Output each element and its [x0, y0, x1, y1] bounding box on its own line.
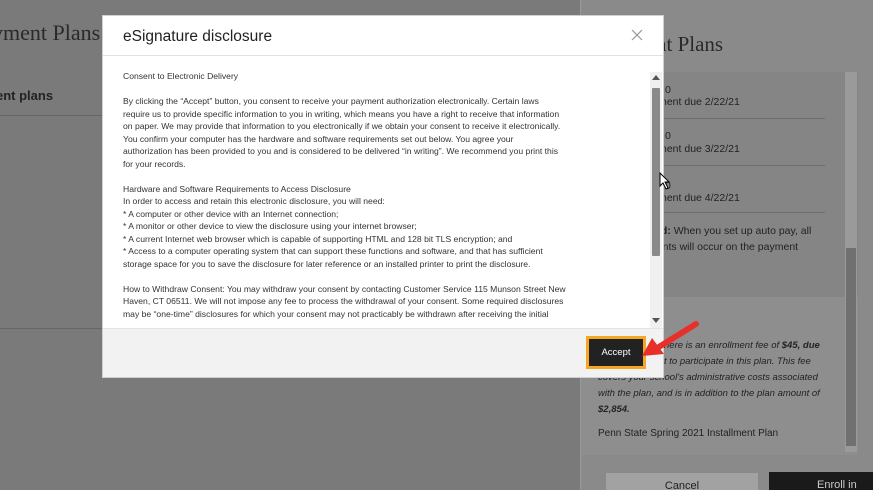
- autopay-note: red: When you set up auto pay, all nents…: [651, 223, 821, 255]
- text-line: storage space for you to save the disclo…: [123, 258, 531, 269]
- disclosure-paragraph: Hardware and Software Requirements to Ac…: [123, 183, 643, 271]
- text-line: authorization has been provided to you a…: [123, 146, 559, 156]
- divider: [649, 212, 825, 213]
- payment-amount: 0: [665, 130, 671, 142]
- disclosure-text: Consent to Electronic Delivery By clicki…: [123, 70, 643, 328]
- text-line: By clicking the “Accept” button, you con…: [123, 96, 539, 106]
- text-line: for your records.: [123, 158, 186, 169]
- disclosure-paragraph: By clicking the “Accept” button, you con…: [123, 95, 643, 170]
- accept-button[interactable]: Accept: [586, 336, 646, 369]
- arrow-annotation-icon: [642, 321, 699, 356]
- fee-total: $2,854.: [598, 404, 630, 415]
- text-line: In order to access and retain this elect…: [123, 196, 385, 206]
- text-line: * A monitor or other device to view the …: [123, 221, 417, 231]
- text-line: You confirm your computer has the hardwa…: [123, 133, 514, 144]
- modal-header: eSignature disclosure: [103, 16, 663, 56]
- panel-title: nt Plans: [656, 32, 724, 56]
- divider: [649, 165, 825, 166]
- plan-name: Penn State Spring 2021 Installment Plan: [598, 428, 779, 439]
- fee-line: with the plan, and is in addition to the…: [598, 388, 820, 399]
- text-line: * A computer or other device with an Int…: [123, 208, 339, 219]
- payment-due: nent due 3/22/21: [661, 143, 740, 155]
- text-line: * A current Internet web browser which i…: [123, 233, 513, 244]
- disclosure-body[interactable]: Consent to Electronic Delivery By clicki…: [104, 57, 664, 328]
- page-title: yment Plans: [0, 20, 101, 45]
- scroll-up-icon[interactable]: [652, 75, 660, 80]
- modal-footer: Accept: [103, 328, 663, 377]
- fee-amount: $45, due: [781, 340, 820, 351]
- text-line: How to Withdraw Consent: You may withdra…: [123, 283, 566, 294]
- page-subtitle: ent plans: [0, 88, 54, 103]
- disclosure-paragraph: How to Withdraw Consent: You may withdra…: [123, 283, 643, 321]
- enroll-button[interactable]: Enroll in: [769, 472, 873, 490]
- divider: [649, 118, 825, 119]
- text-line: * Access to a computer operating system …: [123, 246, 543, 256]
- esignature-modal: eSignature disclosure Consent to Electro…: [102, 15, 664, 378]
- modal-title: eSignature disclosure: [123, 28, 273, 45]
- mouse-cursor-icon: [659, 172, 671, 190]
- text-line: require us to provide specific informati…: [123, 108, 560, 119]
- payment-amount: 0: [665, 84, 671, 96]
- payment-due: nent due 4/22/21: [661, 192, 740, 204]
- text-line: may be “one-time” disclosures for which …: [123, 308, 549, 319]
- autopay-text: When you set up auto pay, all: [670, 225, 812, 237]
- cancel-button[interactable]: Cancel: [605, 472, 759, 490]
- panel-scrollbar-thumb[interactable]: [846, 248, 856, 446]
- disclosure-heading: Consent to Electronic Delivery: [123, 71, 239, 81]
- close-icon[interactable]: [629, 27, 645, 43]
- text-line: on paper. We may provide that informatio…: [123, 121, 561, 131]
- disclosure-scrollbar[interactable]: [650, 72, 662, 328]
- text-line: Haven, CT 06511. We will not impose any …: [123, 296, 564, 306]
- text-line: Hardware and Software Requirements to Ac…: [123, 183, 351, 194]
- payment-due: nent due 2/22/21: [661, 96, 740, 108]
- autopay-text-2: nents will occur on the payment: [651, 241, 799, 253]
